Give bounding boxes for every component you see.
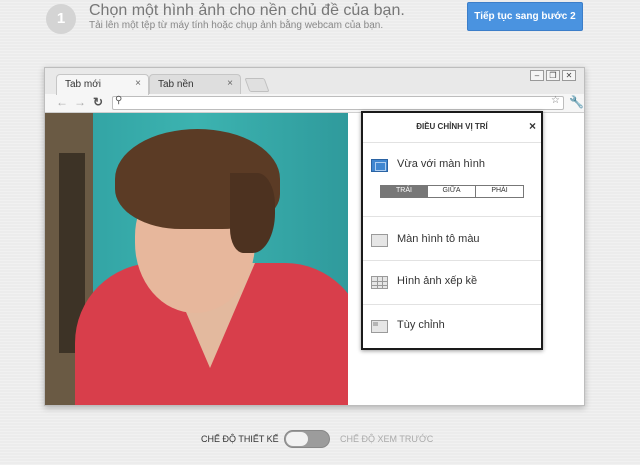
tab-label: Tab nền xyxy=(158,79,194,90)
tab-background[interactable]: Tab nền × xyxy=(149,74,241,94)
divider xyxy=(363,142,541,143)
next-step-button[interactable]: Tiếp tục sang bước 2 xyxy=(467,2,583,31)
panel-title: ĐIỀU CHỈNH VỊ TRÍ xyxy=(416,122,488,131)
fit-screen-icon[interactable] xyxy=(371,159,388,172)
toggle-knob xyxy=(286,432,308,446)
step-title: Chọn một hình ảnh cho nền chủ đề của bạn… xyxy=(89,2,405,19)
window-controls: – ❐ ✕ xyxy=(528,70,576,81)
tile-icon[interactable] xyxy=(371,276,388,289)
new-tab-button[interactable] xyxy=(244,78,270,92)
wrench-icon[interactable]: 🔧 xyxy=(569,95,584,109)
step-subtitle: Tải lên một tệp từ máy tính hoặc chụp ản… xyxy=(89,20,384,31)
reload-icon[interactable]: ↻ xyxy=(93,95,103,109)
minimize-icon[interactable]: – xyxy=(530,70,544,81)
align-right-button[interactable]: PHẢI xyxy=(475,186,523,197)
option-custom[interactable]: Tùy chỉnh xyxy=(397,319,445,331)
design-mode-label[interactable]: CHẾ ĐỘ THIẾT KẾ xyxy=(201,434,279,444)
forward-arrow-icon[interactable]: → xyxy=(74,95,86,109)
photo-hair-side xyxy=(230,173,275,253)
tab-label: Tab mới xyxy=(65,79,102,90)
fill-screen-icon[interactable] xyxy=(371,234,388,247)
divider xyxy=(363,216,541,217)
address-bar[interactable]: ⚲ ☆ xyxy=(112,95,564,110)
custom-icon[interactable] xyxy=(371,320,388,333)
option-fill-screen[interactable]: Màn hình tô màu xyxy=(397,233,480,245)
option-tile[interactable]: Hình ảnh xếp kề xyxy=(397,275,477,287)
alignment-selector: TRÁI GIỮA PHẢI xyxy=(380,185,524,198)
option-fit-screen[interactable]: Vừa với màn hình xyxy=(397,158,485,170)
step-number-badge: 1 xyxy=(46,4,76,34)
tab-close-icon[interactable]: × xyxy=(135,78,141,89)
tab-new-tab[interactable]: Tab mới × xyxy=(56,74,149,95)
maximize-icon[interactable]: ❐ xyxy=(546,70,560,81)
close-icon[interactable]: × xyxy=(529,119,536,133)
divider xyxy=(363,304,541,305)
align-center-button[interactable]: GIỮA xyxy=(427,186,475,197)
back-arrow-icon[interactable]: ← xyxy=(56,95,68,109)
preview-mode-label[interactable]: CHẾ ĐỘ XEM TRƯỚC xyxy=(340,434,433,444)
mode-toggle[interactable] xyxy=(284,430,330,448)
background-photo xyxy=(45,113,348,405)
divider xyxy=(363,260,541,261)
close-window-icon[interactable]: ✕ xyxy=(562,70,576,81)
search-icon: ⚲ xyxy=(115,95,123,106)
position-panel: ĐIỀU CHỈNH VỊ TRÍ × Vừa với màn hình TRÁ… xyxy=(361,111,543,350)
bookmark-star-icon[interactable]: ☆ xyxy=(551,95,560,106)
tab-close-icon[interactable]: × xyxy=(227,78,233,89)
align-left-button[interactable]: TRÁI xyxy=(381,186,427,197)
